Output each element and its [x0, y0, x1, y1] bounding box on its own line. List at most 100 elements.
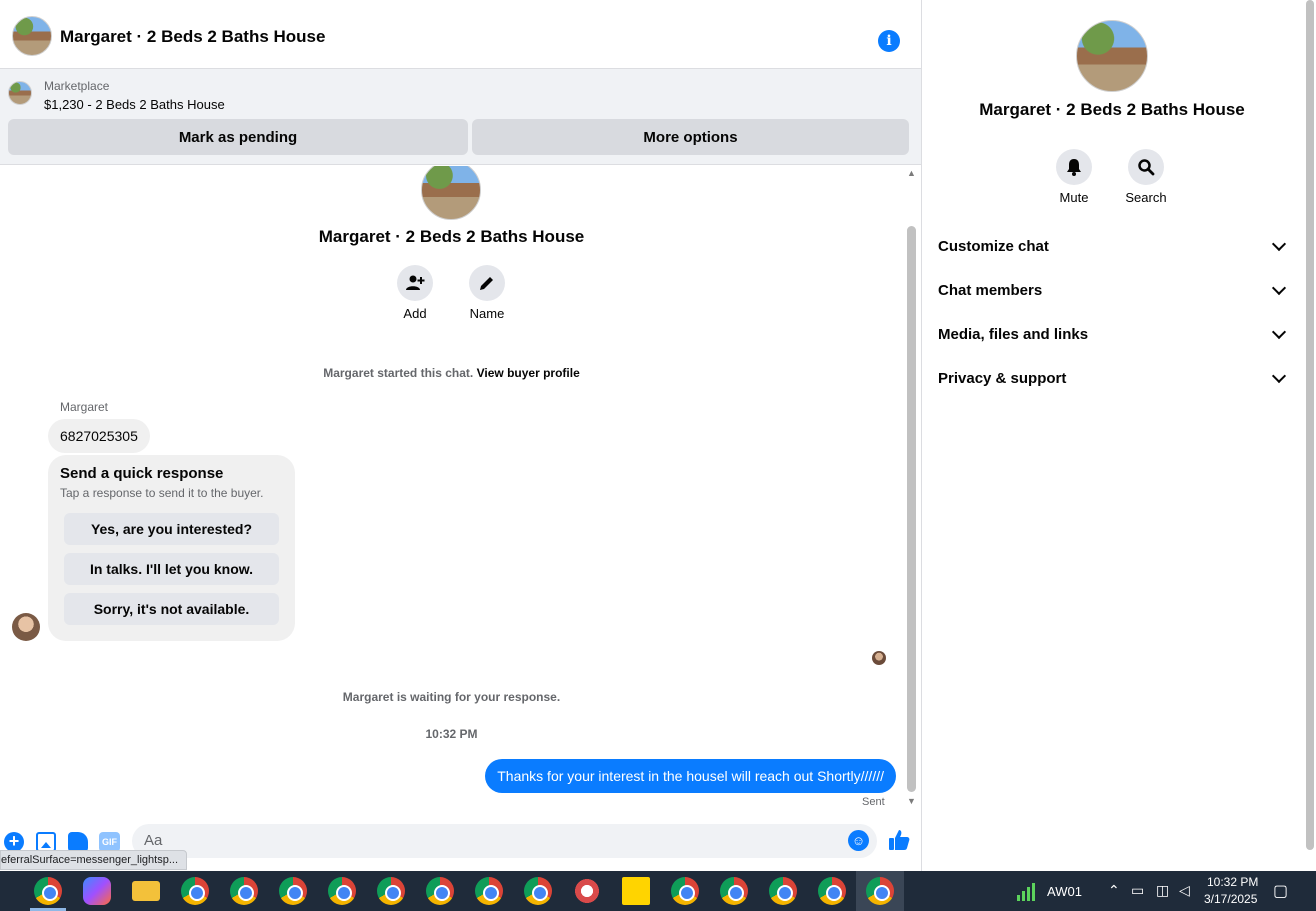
- thumbs-up-icon[interactable]: [887, 828, 911, 852]
- chevron-down-icon: [1271, 324, 1287, 339]
- windows-taskbar: AW01 ⌃ ▭ ◫ ◁ 10:32 PM 3/17/2025 ▢: [0, 871, 1316, 911]
- started-text: Margaret started this chat.: [323, 366, 474, 380]
- clock-date[interactable]: 3/17/2025: [1204, 892, 1257, 906]
- chrome-icon[interactable]: [818, 877, 846, 905]
- panel-avatar: [1076, 20, 1148, 92]
- chat-header: Margaret · 2 Beds 2 Baths House i: [0, 5, 921, 69]
- sticker-icon[interactable]: [68, 832, 88, 852]
- chrome-icon[interactable]: [34, 877, 62, 905]
- quick-response-option[interactable]: Sorry, it's not available.: [64, 593, 279, 625]
- info-icon[interactable]: i: [878, 30, 900, 52]
- copilot-icon[interactable]: [83, 877, 111, 905]
- bell-icon: [1067, 159, 1081, 176]
- more-options-button[interactable]: More options: [472, 119, 909, 155]
- panel-name: Margaret · 2 Beds 2 Baths House: [979, 100, 1245, 119]
- message-thread: Margaret · 2 Beds 2 Baths House Add Name…: [0, 166, 903, 818]
- section-label: Chat members: [938, 281, 1043, 299]
- sender-name: Margaret: [60, 400, 109, 414]
- status-bar-url: eferralSurface=messenger_lightsp...: [0, 850, 188, 870]
- chrome-icon-active[interactable]: [866, 877, 894, 905]
- file-explorer-icon[interactable]: [132, 881, 160, 901]
- search-label: Search: [1125, 190, 1167, 205]
- quick-response-subtitle: Tap a response to send it to the buyer.: [60, 486, 264, 500]
- section-label: Media, files and links: [938, 325, 1089, 343]
- chat-column: Margaret · 2 Beds 2 Baths House i Market…: [0, 0, 921, 871]
- name-label: Name: [469, 306, 505, 321]
- network-signal-icon[interactable]: [1016, 880, 1038, 902]
- quick-response-card: Send a quick response Tap a response to …: [48, 455, 295, 641]
- buyer-avatar[interactable]: [12, 613, 40, 641]
- message-timestamp: 10:32 PM: [425, 727, 478, 741]
- outgoing-message[interactable]: Thanks for your interest in the housel w…: [485, 759, 896, 793]
- emoji-icon[interactable]: ☺: [848, 830, 869, 851]
- chrome-icon[interactable]: [671, 877, 699, 905]
- pencil-icon: [480, 277, 493, 290]
- view-buyer-profile-link[interactable]: View buyer profile: [477, 366, 580, 380]
- scroll-down-icon[interactable]: ▼: [907, 796, 916, 806]
- scroll-thumb[interactable]: [907, 226, 916, 792]
- sticky-notes-icon[interactable]: [622, 877, 650, 905]
- chrome-icon[interactable]: [181, 877, 209, 905]
- thread-scrollbar[interactable]: ▲ ▼: [903, 166, 921, 818]
- chrome-icon[interactable]: [720, 877, 748, 905]
- clock-time[interactable]: 10:32 PM: [1207, 875, 1258, 889]
- gif-icon[interactable]: GIF: [99, 832, 120, 852]
- scroll-up-icon[interactable]: ▲: [907, 168, 916, 178]
- add-person-icon: [406, 275, 425, 290]
- chrome-icon[interactable]: [328, 877, 356, 905]
- chrome-icon[interactable]: [475, 877, 503, 905]
- quick-response-option[interactable]: Yes, are you interested?: [64, 513, 279, 545]
- mute-label: Mute: [1059, 190, 1089, 205]
- chrome-icon[interactable]: [230, 877, 258, 905]
- chat-title[interactable]: Margaret · 2 Beds 2 Baths House: [60, 27, 325, 47]
- waiting-notice: Margaret is waiting for your response.: [342, 690, 561, 704]
- chevron-down-icon: [1271, 280, 1287, 295]
- section-media-files-links[interactable]: Media, files and links: [938, 314, 1288, 354]
- sent-status: Sent: [862, 796, 885, 808]
- listing-thumbnail[interactable]: [8, 81, 32, 105]
- listing-avatar[interactable]: [12, 16, 52, 56]
- listing-title[interactable]: $1,230 - 2 Beds 2 Baths House: [44, 97, 225, 112]
- chevron-up-icon[interactable]: ⌃: [1108, 882, 1120, 899]
- chat-started-notice: Margaret started this chat. View buyer p…: [0, 366, 903, 380]
- incoming-message[interactable]: 6827025305: [48, 419, 150, 453]
- section-privacy-support[interactable]: Privacy & support: [938, 358, 1288, 398]
- notifications-icon[interactable]: ▢: [1273, 881, 1288, 901]
- search-button[interactable]: [1128, 149, 1164, 185]
- chrome-icon[interactable]: [524, 877, 552, 905]
- volume-icon[interactable]: ◁: [1179, 882, 1190, 899]
- paint-icon[interactable]: [573, 877, 601, 905]
- app-root: Margaret · 2 Beds 2 Baths House i Market…: [0, 0, 1316, 911]
- chrome-icon[interactable]: [377, 877, 405, 905]
- add-person-button[interactable]: [397, 265, 433, 301]
- chevron-down-icon: [1271, 236, 1287, 251]
- search-icon: [1138, 159, 1155, 176]
- marketplace-label: Marketplace: [44, 79, 110, 93]
- chevron-down-icon: [1271, 368, 1287, 383]
- display-icon[interactable]: ▭: [1131, 882, 1144, 899]
- thread-avatar: [421, 166, 481, 220]
- page-scrollbar[interactable]: [1303, 0, 1316, 871]
- chat-info-panel: Margaret · 2 Beds 2 Baths House Mute Sea…: [921, 0, 1303, 871]
- message-input[interactable]: Aa: [132, 824, 877, 858]
- marketplace-bar: Marketplace $1,230 - 2 Beds 2 Baths Hous…: [0, 69, 921, 165]
- add-label: Add: [403, 306, 427, 321]
- chrome-icon[interactable]: [426, 877, 454, 905]
- network-label[interactable]: AW01: [1047, 884, 1082, 899]
- quick-response-option[interactable]: In talks. I'll let you know.: [64, 553, 279, 585]
- section-customize-chat[interactable]: Customize chat: [938, 226, 1288, 266]
- rename-button[interactable]: [469, 265, 505, 301]
- photo-icon[interactable]: [36, 832, 56, 852]
- section-label: Privacy & support: [938, 369, 1067, 387]
- thread-name: Margaret · 2 Beds 2 Baths House: [318, 227, 585, 246]
- quick-response-title: Send a quick response: [60, 465, 224, 482]
- chrome-icon[interactable]: [769, 877, 797, 905]
- meeting-icon[interactable]: ◫: [1156, 882, 1169, 899]
- section-label: Customize chat: [938, 237, 1049, 255]
- plus-icon[interactable]: +: [4, 832, 24, 852]
- mute-button[interactable]: [1056, 149, 1092, 185]
- page-scroll-thumb[interactable]: [1306, 0, 1314, 850]
- mark-as-pending-button[interactable]: Mark as pending: [8, 119, 468, 155]
- section-chat-members[interactable]: Chat members: [938, 270, 1288, 310]
- chrome-icon[interactable]: [279, 877, 307, 905]
